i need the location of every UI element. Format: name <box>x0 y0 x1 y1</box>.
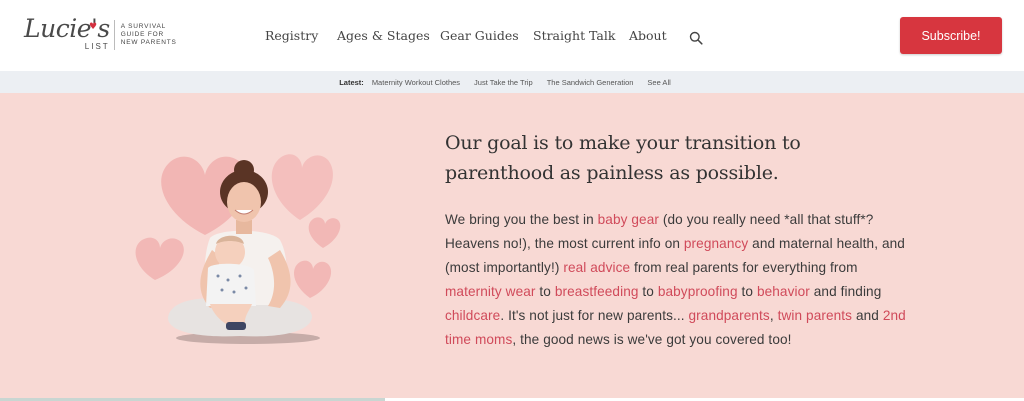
logo-tagline: A SURVIVAL GUIDE FOR NEW PARENTS <box>121 23 191 47</box>
body-text: to <box>535 284 555 299</box>
site-header: Lucie's ♥ LIST A SURVIVAL GUIDE FOR NEW … <box>0 0 1024 71</box>
latest-link-sandwich-generation[interactable]: The Sandwich Generation <box>547 78 634 87</box>
link-maternity-wear[interactable]: maternity wear <box>445 284 536 299</box>
hero-title: Our goal is to make your transition to p… <box>445 132 801 184</box>
heart-icon <box>271 154 333 220</box>
tagline-line-1: A SURVIVAL <box>120 22 167 30</box>
link-childcare[interactable]: childcare <box>445 308 500 323</box>
link-grandparents[interactable]: grandparents <box>689 308 770 323</box>
hero-body: We bring you the best in baby gear (do y… <box>445 208 910 352</box>
latest-label: Latest: <box>339 77 364 87</box>
logo-heart-icon: ♥ <box>89 22 97 32</box>
link-babyproofing[interactable]: babyproofing <box>658 284 738 299</box>
body-text: to <box>737 284 757 299</box>
body-text: . It's not just for new parents... <box>500 308 689 323</box>
body-text: We bring you the best in <box>445 212 598 227</box>
body-text: and <box>852 308 883 323</box>
logo-sub: LIST <box>84 42 110 51</box>
hero-illustration <box>135 154 341 344</box>
logo[interactable]: Lucie's ♥ LIST A SURVIVAL GUIDE FOR NEW … <box>24 16 191 51</box>
search-icon[interactable] <box>689 31 703 45</box>
body-text: to <box>638 284 658 299</box>
logo-wordmark: Lucie's ♥ LIST <box>24 16 110 51</box>
body-text: , <box>769 308 778 323</box>
link-pregnancy[interactable]: pregnancy <box>684 236 748 251</box>
latest-bar: Latest: Maternity Workout Clothes Just T… <box>0 71 1024 93</box>
latest-link-maternity-workout-clothes[interactable]: Maternity Workout Clothes <box>372 78 460 87</box>
tagline-line-3: NEW PARENTS <box>120 38 177 46</box>
subscribe-button[interactable]: Subscribe! <box>900 17 1002 54</box>
tagline-line-2: GUIDE FOR <box>120 30 165 38</box>
logo-divider <box>113 19 115 50</box>
link-baby-gear[interactable]: baby gear <box>598 212 659 227</box>
nav-straight-talk[interactable]: Straight Talk <box>533 28 615 43</box>
body-text: , the good news is we've got you covered… <box>512 332 792 347</box>
link-behavior[interactable]: behavior <box>757 284 810 299</box>
nav-registry[interactable]: Registry <box>265 28 318 43</box>
heart-icon <box>135 237 184 280</box>
body-text: and finding <box>809 284 882 299</box>
nav-about[interactable]: About <box>629 28 667 43</box>
latest-link-see-all[interactable]: See All <box>647 78 670 87</box>
body-text: from real parents for everything from <box>630 260 858 275</box>
heart-icon <box>294 260 332 298</box>
nav-gear-guides[interactable]: Gear Guides <box>440 28 519 43</box>
latest-link-just-take-the-trip[interactable]: Just Take the Trip <box>474 78 533 87</box>
nav-ages-stages[interactable]: Ages & Stages <box>337 28 430 43</box>
link-breastfeeding[interactable]: breastfeeding <box>555 284 639 299</box>
link-twin-parents[interactable]: twin parents <box>778 308 853 323</box>
heart-icon <box>308 217 341 248</box>
link-real-advice[interactable]: real advice <box>563 260 630 275</box>
